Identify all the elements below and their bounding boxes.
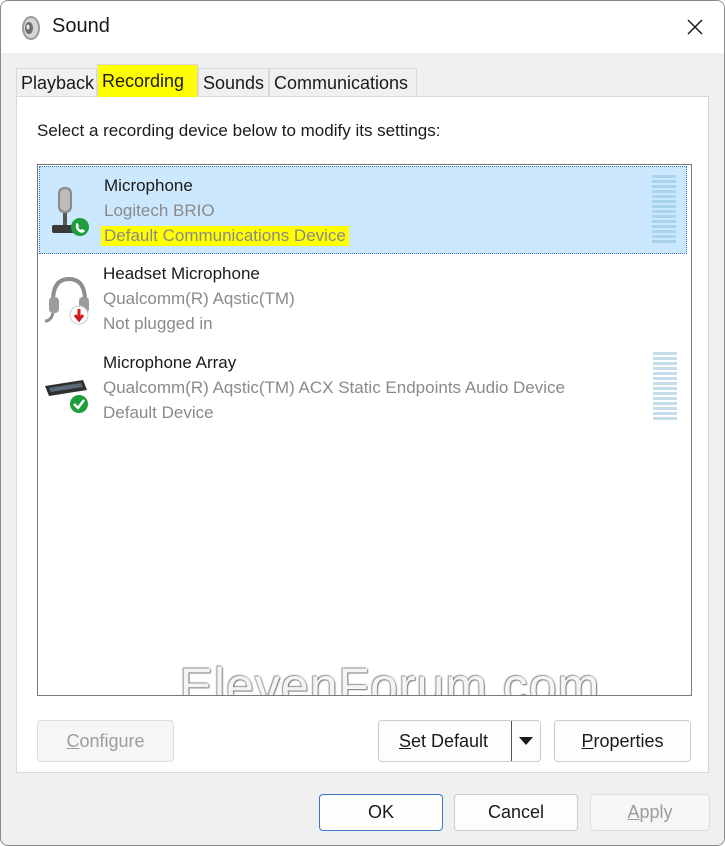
title-bar: Sound <box>1 1 724 53</box>
close-button[interactable] <box>666 1 724 53</box>
tab-label: Playback <box>21 73 95 93</box>
list-item[interactable]: Microphone Array Qualcomm(R) Aqstic(TM) … <box>39 344 687 432</box>
headset-icon <box>44 276 89 325</box>
chevron-down-icon <box>519 737 533 745</box>
tab-label: Sounds <box>203 73 265 93</box>
list-item[interactable]: Headset Microphone Qualcomm(R) Aqstic(TM… <box>39 255 687 343</box>
device-subtitle: Qualcomm(R) Aqstic(TM) ACX Static Endpoi… <box>103 378 565 397</box>
properties-button[interactable]: Properties <box>554 720 691 762</box>
set-default-dropdown[interactable] <box>511 721 540 761</box>
recording-panel: Select a recording device below to modif… <box>16 96 709 773</box>
level-meter <box>653 352 677 422</box>
tab-communications[interactable]: Communications <box>269 68 417 96</box>
mnemonic: C <box>66 731 80 751</box>
apply-button[interactable]: Apply <box>590 794 710 831</box>
device-name: Microphone Array <box>103 353 237 372</box>
label-part: pply <box>639 802 673 822</box>
label-part: et Default <box>411 731 489 751</box>
cancel-button[interactable]: Cancel <box>454 794 578 831</box>
ok-button[interactable]: OK <box>319 794 443 831</box>
label-part: onfigure <box>79 731 145 751</box>
device-name: Microphone <box>104 176 193 195</box>
close-icon <box>687 19 703 35</box>
mnemonic: P <box>581 731 594 751</box>
webcam-microphone-icon <box>52 187 89 236</box>
tab-sounds[interactable]: Sounds <box>198 68 269 96</box>
sound-dialog: Sound Playback Recording Sounds Communic… <box>0 0 725 846</box>
set-default-button[interactable]: Set Default <box>378 720 541 762</box>
device-subtitle: Qualcomm(R) Aqstic(TM) <box>103 289 295 308</box>
device-name: Headset Microphone <box>103 264 260 283</box>
check-badge-icon <box>70 395 88 413</box>
speaker-icon <box>22 16 40 40</box>
microphone-array-icon <box>45 380 88 413</box>
label-part: roperties <box>593 731 664 751</box>
configure-button[interactable]: Configure <box>37 720 174 762</box>
device-subtitle: Logitech BRIO <box>104 201 215 220</box>
device-status: Default Device <box>103 403 214 422</box>
device-status: Not plugged in <box>103 314 213 333</box>
tab-recording[interactable]: Recording <box>97 64 198 97</box>
device-status: Default Communications Device <box>101 226 349 246</box>
watermark: ElevenForum.com <box>179 658 601 696</box>
tab-label: Recording <box>102 71 185 91</box>
mnemonic: A <box>627 802 640 822</box>
phone-badge-icon <box>71 218 89 236</box>
tab-playback[interactable]: Playback <box>16 68 97 96</box>
tab-label: Communications <box>274 73 409 93</box>
level-meter <box>652 175 676 245</box>
device-list[interactable]: Microphone Logitech BRIO Default Communi… <box>37 164 692 696</box>
list-item[interactable]: Microphone Logitech BRIO Default Communi… <box>39 166 687 254</box>
mnemonic: S <box>399 731 412 751</box>
window-title: Sound <box>52 15 110 37</box>
instruction-text: Select a recording device below to modif… <box>37 121 441 140</box>
